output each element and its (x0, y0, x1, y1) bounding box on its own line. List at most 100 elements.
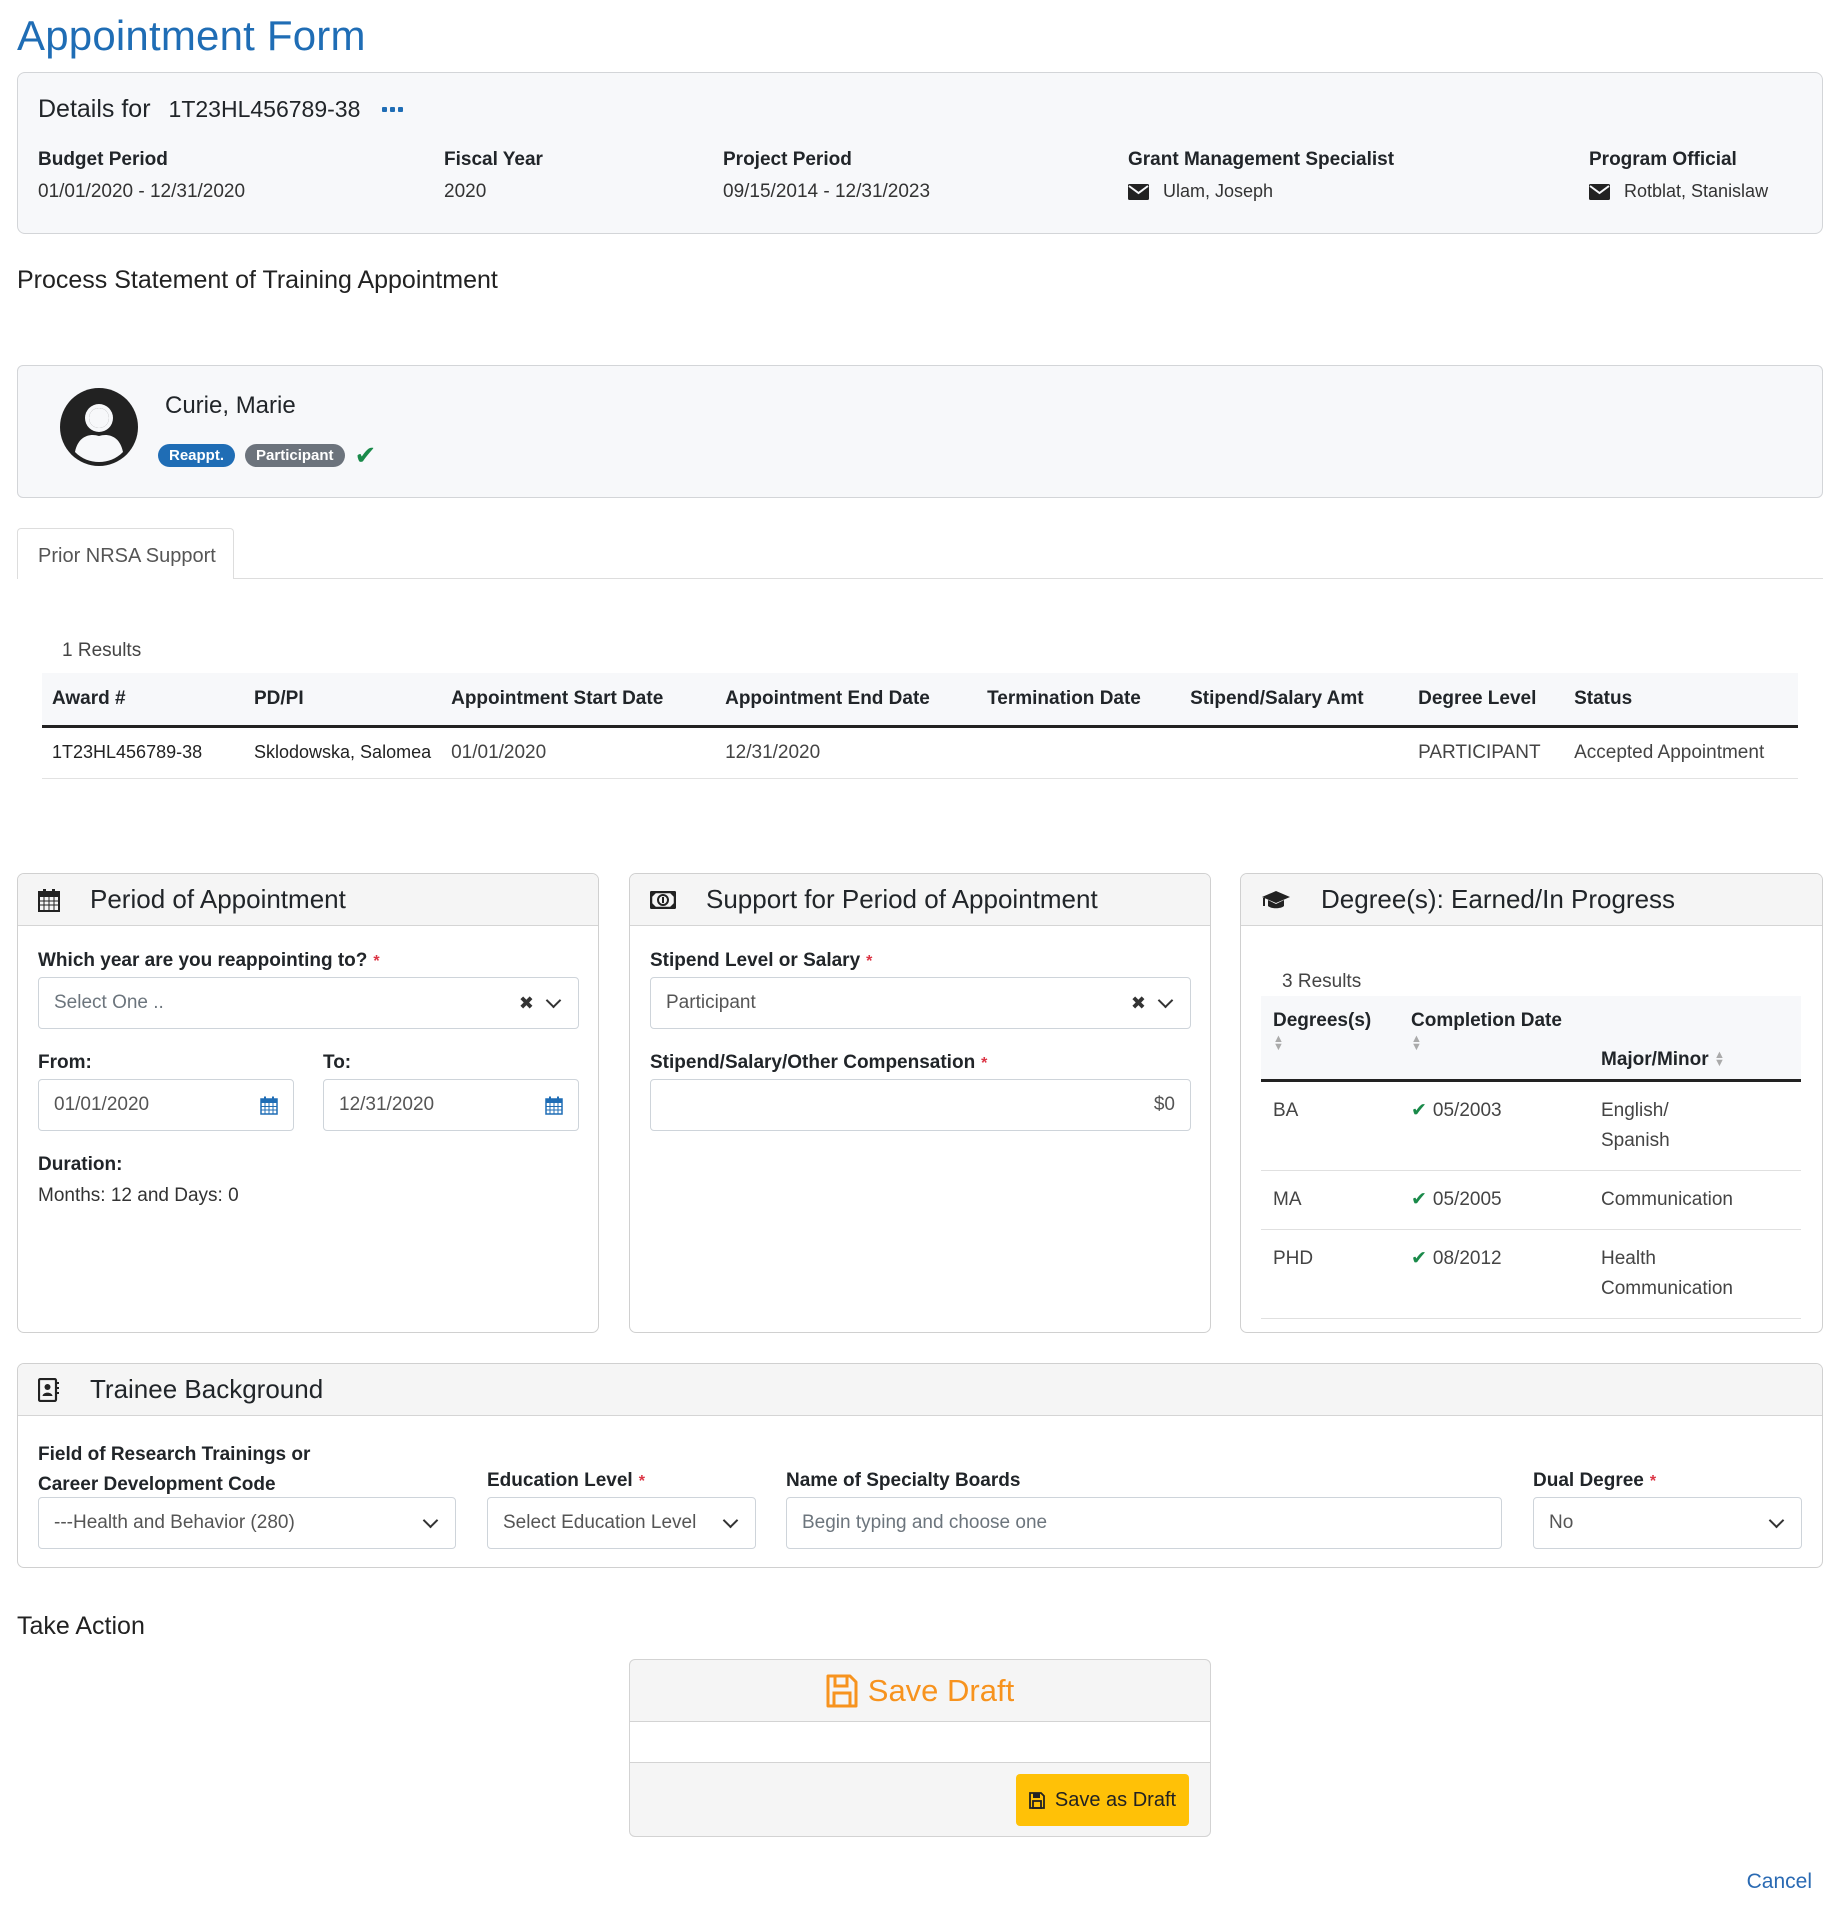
chevron-down-icon[interactable] (1157, 992, 1174, 1008)
award-number: 1T23HL456789-38 (168, 96, 361, 122)
reappoint-year-label: Which year are you reappointing to? * (38, 950, 380, 971)
details-label: Details for (38, 95, 151, 123)
reappointment-badge: Reappt. (158, 443, 236, 467)
project-period-value: 09/15/2014 - 12/31/2023 (723, 181, 931, 202)
table-header-row: Award # PD/PI Appointment Start Date App… (42, 673, 1798, 728)
cell-completion-date: ✔ 05/2005 (1399, 1170, 1589, 1230)
project-period: Project Period 09/15/2014 - 12/31/2023 (723, 149, 930, 203)
chevron-down-icon[interactable] (545, 992, 562, 1008)
panel-title: Support for Period of Appointment (706, 884, 1098, 914)
save-draft-card: Save Draft Save as Draft (629, 1659, 1211, 1837)
to-date-value: 12/31/2020 (339, 1094, 435, 1115)
ellipsis-icon[interactable] (382, 107, 404, 112)
sort-icon[interactable]: ▲ ▼ (1273, 1033, 1284, 1052)
column-header-completion-date[interactable]: Completion Date ▲ ▼ (1399, 996, 1589, 1082)
checkmark-icon: ✔ (1411, 1099, 1427, 1121)
checkmark-icon: ✔ (1411, 1247, 1427, 1269)
dual-degree-value: No (1549, 1512, 1574, 1533)
gms-contact[interactable]: Ulam, Joseph (1128, 181, 1394, 202)
graduation-cap-icon (1262, 890, 1290, 908)
stipend-level-label: Stipend Level or Salary * (650, 950, 873, 971)
budget-period-value: 01/01/2020 - 12/31/2020 (38, 181, 246, 202)
cell-completion-date: ✔ 08/2012 (1399, 1229, 1589, 1319)
column-header-status[interactable]: Status (1564, 673, 1798, 728)
reappoint-year-placeholder: Select One .. (54, 992, 164, 1013)
specialty-boards-label: Name of Specialty Boards (786, 1470, 1021, 1491)
checkmark-icon: ✔ (1411, 1188, 1427, 1210)
column-header-pd-pi[interactable]: PD/PI (244, 673, 442, 728)
grant-management-specialist: Grant Management Specialist Ulam, Joseph (1128, 149, 1394, 202)
compensation-value: $0 (1153, 1094, 1175, 1115)
panel-header: Support for Period of Appointment (630, 874, 1210, 926)
research-field-select[interactable]: ---Health and Behavior (280) (38, 1497, 456, 1549)
cell-degree: MA (1261, 1170, 1399, 1230)
cancel-link[interactable]: Cancel (1747, 1870, 1812, 1894)
trainee-card: Curie, Marie Reappt. Participant ✔ (17, 365, 1823, 498)
clear-icon[interactable]: ✖ (519, 993, 534, 1014)
column-header-degree-level[interactable]: Degree Level (1408, 673, 1565, 728)
table-row: PHD ✔ 08/2012 Health Communication (1261, 1229, 1801, 1319)
stipend-level-select[interactable]: Participant ✖ (650, 977, 1191, 1029)
support-panel: Support for Period of Appointment Stipen… (629, 873, 1211, 1333)
cell-award: 1T23HL456789-38 (42, 726, 244, 779)
column-header-start-date[interactable]: Appointment Start Date (441, 673, 716, 728)
table-header-row: Degrees(s) ▲ ▼ Completion Date ▲ ▼ Major/Min… (1261, 996, 1801, 1082)
cell-end-date: 12/31/2020 (715, 726, 978, 779)
column-header-stipend[interactable]: Stipend/Salary Amt (1180, 673, 1409, 728)
sort-icon[interactable]: ▲ ▼ (1714, 1050, 1725, 1069)
from-date-input[interactable]: 01/01/2020 (38, 1079, 294, 1131)
reappoint-year-select[interactable]: Select One .. ✖ (38, 977, 579, 1029)
degrees-panel: Degree(s): Earned/In Progress 3 Results … (1240, 873, 1823, 1333)
degrees-table: Degrees(s) ▲ ▼ Completion Date ▲ ▼ Major/Min… (1261, 996, 1801, 1319)
save-draft-card-footer: Save as Draft (630, 1763, 1210, 1836)
prior-support-results-count: 1 Results (62, 640, 142, 661)
save-as-draft-button[interactable]: Save as Draft (1016, 1774, 1189, 1826)
research-field-value: ---Health and Behavior (280) (54, 1512, 295, 1533)
sort-icon[interactable]: ▲ ▼ (1411, 1033, 1422, 1052)
tab-prior-nrsa-support[interactable]: Prior NRSA Support (17, 528, 234, 579)
cell-completion-date: ✔ 05/2003 (1399, 1080, 1589, 1171)
trainee-name: Curie, Marie (165, 392, 296, 419)
compensation-input[interactable]: $0 (650, 1079, 1191, 1131)
column-header-termination-date[interactable]: Termination Date (977, 673, 1181, 728)
column-header-end-date[interactable]: Appointment End Date (715, 673, 978, 728)
table-row: BA ✔ 05/2003 English/Spanish (1261, 1080, 1801, 1171)
save-draft-card-title: Save Draft (867, 1672, 1015, 1708)
envelope-icon[interactable] (1589, 183, 1610, 200)
cell-termination-date (977, 726, 1181, 779)
floppy-disk-icon (826, 1674, 858, 1707)
chevron-down-icon[interactable] (422, 1512, 439, 1528)
chevron-down-icon[interactable] (1768, 1512, 1785, 1528)
fiscal-year-label: Fiscal Year (444, 149, 543, 170)
tab-divider (17, 578, 1823, 579)
to-date-input[interactable]: 12/31/2020 (323, 1079, 579, 1131)
column-header-award[interactable]: Award # (42, 673, 244, 728)
calendar-icon[interactable] (545, 1096, 563, 1115)
gms-label: Grant Management Specialist (1128, 149, 1395, 170)
specialty-boards-input[interactable]: Begin typing and choose one (786, 1497, 1502, 1549)
education-level-placeholder: Select Education Level (503, 1512, 697, 1533)
duration-value: Months: 12 and Days: 0 (38, 1185, 239, 1206)
project-period-label: Project Period (723, 149, 852, 170)
program-official: Program Official Rotblat, Stanislaw (1589, 149, 1768, 202)
table-row: 1T23HL456789-38 Sklodowska, Salomea 01/0… (42, 726, 1798, 779)
panel-header: Degree(s): Earned/In Progress (1241, 874, 1822, 926)
chevron-down-icon[interactable] (722, 1512, 739, 1528)
column-header-major-minor[interactable]: Major/Minor ▲ ▼ (1589, 996, 1801, 1082)
calendar-icon[interactable] (260, 1096, 278, 1115)
panel-title: Period of Appointment (90, 884, 346, 914)
cell-degree: PHD (1261, 1229, 1399, 1319)
to-label: To: (323, 1052, 352, 1073)
dual-degree-select[interactable]: No (1533, 1497, 1802, 1549)
clear-icon[interactable]: ✖ (1131, 993, 1146, 1014)
education-level-select[interactable]: Select Education Level (487, 1497, 756, 1549)
save-draft-card-header: Save Draft (630, 1660, 1210, 1722)
period-of-appointment-panel: Period of Appointment Which year are you… (17, 873, 599, 1333)
trainee-badges: Reappt. Participant ✔ (158, 442, 376, 468)
award-details-card: Details for 1T23HL456789-38 Budget Perio… (17, 72, 1823, 234)
program-official-contact[interactable]: Rotblat, Stanislaw (1589, 181, 1768, 202)
program-official-name[interactable]: Rotblat, Stanislaw (1624, 181, 1768, 202)
column-header-degrees[interactable]: Degrees(s) ▲ ▼ (1261, 996, 1399, 1082)
gms-name[interactable]: Ulam, Joseph (1163, 181, 1273, 202)
envelope-icon[interactable] (1128, 183, 1149, 200)
